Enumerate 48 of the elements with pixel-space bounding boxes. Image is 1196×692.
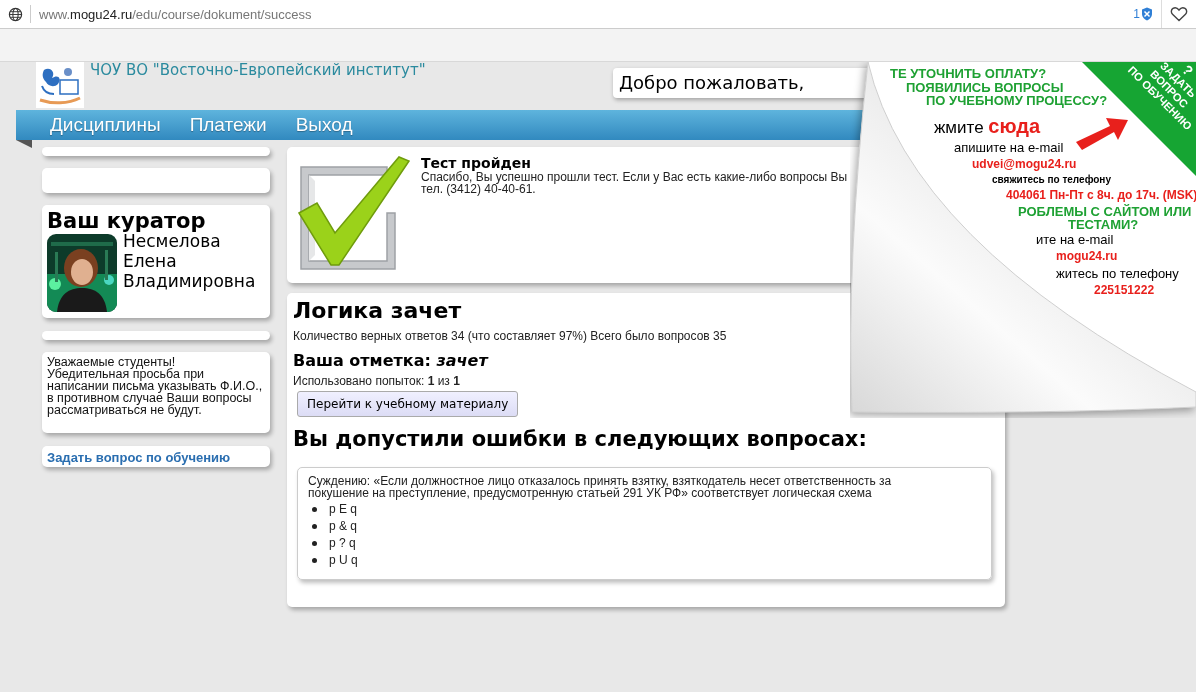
- course-title: Логика зачет: [293, 297, 463, 325]
- study-material-button[interactable]: Перейти к учебному материалу: [297, 391, 519, 417]
- ribbon-fold-icon: [16, 140, 32, 148]
- shield-icon[interactable]: [1141, 7, 1153, 21]
- bullet-icon: [312, 541, 317, 546]
- bullet-icon: [312, 558, 317, 563]
- nav-link[interactable]: Выход: [295, 114, 353, 136]
- extension-badge-count[interactable]: 1: [1133, 7, 1140, 21]
- nav-link[interactable]: Платежи: [189, 114, 267, 136]
- ad-heading: ТЕ УТОЧНИТЬ ОПЛАТУ?: [890, 66, 1047, 81]
- ad-heading: ПО УЧЕБНОМУ ПРОЦЕССУ?: [926, 93, 1108, 108]
- nav-link[interactable]: Дисциплины: [50, 114, 161, 136]
- ad-heading: ПОЯВИЛИСЬ ВОПРОСЫ: [906, 79, 1064, 95]
- address-field[interactable]: www.mogu24.ru/edu/course/dokument/success: [39, 6, 1134, 22]
- ad-text: ите на e-mail: [1036, 231, 1114, 247]
- answer-option: p E q: [329, 501, 358, 518]
- ad-heading: РОБЛЕМЫ С САЙТОМ ИЛИ: [1018, 203, 1192, 219]
- answer-option: p & q: [329, 518, 358, 535]
- curator-title: Ваш куратор: [47, 208, 207, 234]
- bullet-icon: [312, 507, 317, 512]
- ad-contact: udvei@mogu24.ru: [972, 156, 1077, 171]
- result-message: тел. (3412) 40-40-61.: [421, 183, 536, 195]
- result-message: Спасибо, Вы успешно прошли тест. Если у Вас есть какие-либо вопросы Вы: [421, 171, 848, 183]
- ad-text: апишите на e-mail: [954, 139, 1064, 155]
- ad-contact: 404061 Пн-Пт с 8ч. до 17ч. (MSK): [1006, 187, 1196, 202]
- ad-contact: 225151222: [1094, 282, 1155, 297]
- logo-icon: [36, 62, 84, 108]
- ad-contact: mogu24.ru: [1056, 248, 1118, 263]
- result-title: Тест пройден: [421, 155, 532, 171]
- bullet-icon: [312, 524, 317, 529]
- heart-icon[interactable]: [1170, 6, 1188, 22]
- ad-note: свяжитесь по телефону: [992, 173, 1111, 185]
- notice-text: Уважаемые студенты! Убедительная просьба при написании письма указывать Ф.И.О., в противном случае Ваши вопросы рассматриваться не будут.: [47, 356, 264, 416]
- curator-name: Владимировна: [123, 271, 256, 291]
- score-text: Количество верных ответов 34 (что составляет 97%) Всего было вопросов 35: [293, 329, 728, 343]
- grade-text: Ваша отметка: зачет: [293, 351, 490, 370]
- globe-icon: [8, 6, 23, 22]
- institute-title: ЧОУ ВО "Восточно-Европейский институт": [90, 61, 427, 79]
- curator-name: Елена: [123, 251, 178, 271]
- ad-text: житесь по телефону: [1056, 265, 1179, 281]
- mistakes-title: Вы допустили ошибки в следующих вопросах:: [293, 427, 868, 451]
- answer-option: p U q: [329, 552, 358, 569]
- answer-option: p ? q: [329, 535, 356, 552]
- attempts-text: Использовано попыток: 1 из 1: [293, 374, 461, 388]
- ad-heading: ТЕСТАМИ?: [1068, 217, 1139, 232]
- curator-name: Несмелова: [123, 231, 222, 251]
- question-text: Суждению: «Если должностное лицо отказалось принять взятку, взяткодатель несет ответственность за покушение на преступление, предусмотренную статьей 291 УК РФ» соответствует логическая схема: [308, 475, 893, 499]
- ad-call-text: жмите сюда: [934, 117, 1041, 137]
